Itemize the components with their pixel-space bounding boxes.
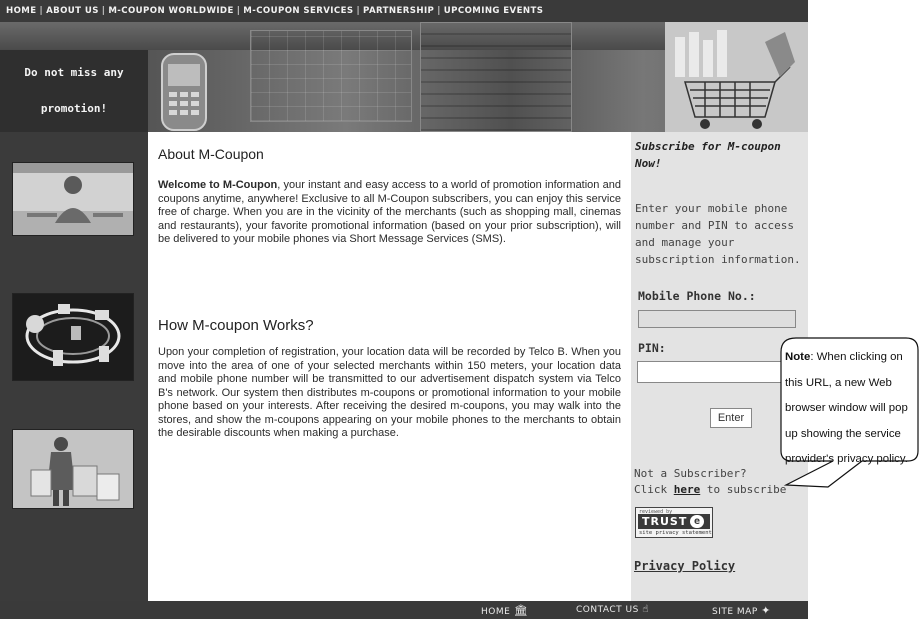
pin-label: PIN: — [638, 341, 666, 355]
note-body: : When clicking on this URL, a new Web b… — [785, 351, 908, 465]
woman-at-computer-image — [12, 162, 134, 236]
subscribe-intro: Enter your mobile phone number and PIN t… — [635, 202, 801, 266]
footer-home-link[interactable]: HOME 🏛︎ — [481, 604, 528, 617]
footer-home-label: HOME — [481, 607, 511, 617]
shopping-woman-image — [12, 429, 134, 509]
footer-contact-link[interactable]: CONTACT US ☝︎ — [576, 604, 649, 615]
truste-subtext: site privacy statement — [639, 530, 712, 536]
note-callout-text: Note: When clicking on this URL, a new W… — [785, 345, 919, 473]
mobile-phone-field[interactable] — [638, 310, 796, 328]
nav-separator: | — [356, 6, 361, 16]
nav-separator: | — [437, 6, 441, 16]
footer-bar: HOME 🏛︎ CONTACT US ☝︎ SITE MAP ✦ — [148, 601, 808, 619]
click-prefix: Click — [634, 483, 674, 496]
banner-tagline: Do not miss any promotion! — [0, 50, 148, 132]
tagline-line-1: Do not miss any — [24, 66, 124, 79]
footer-sitemap-label: SITE MAP — [712, 607, 758, 617]
click-suffix: to subscribe — [700, 483, 787, 496]
nav-separator: | — [236, 6, 241, 16]
top-navigation: HOME | ABOUT US | M-COUPON WORLDWIDE | M-COUPO… — [0, 0, 808, 22]
footer-left-bar — [0, 601, 148, 619]
nav-m-coupon-services[interactable]: M-COUPON SERVICES — [243, 6, 353, 16]
about-heading: About M-Coupon — [158, 146, 264, 162]
subscribe-here-link[interactable]: here — [674, 483, 701, 496]
enter-button[interactable]: Enter — [710, 408, 752, 428]
truste-logo-bar: TRUST e — [638, 514, 710, 529]
not-subscriber-text: Not a Subscriber? Click here to subscribe — [634, 466, 786, 498]
building-facade-graphic — [420, 22, 572, 132]
about-paragraph: Welcome to M-Coupon, your instant and ea… — [158, 179, 621, 247]
mobile-phone-image — [161, 53, 207, 131]
footer-sitemap-link[interactable]: SITE MAP ✦ — [712, 604, 771, 617]
phone-label: Mobile Phone No.: — [638, 289, 756, 303]
building-grid-graphic — [250, 30, 412, 122]
tagline-line-2: promotion! — [40, 102, 108, 115]
home-building-icon: 🏛︎ — [513, 604, 529, 617]
footer-contact-label: CONTACT US — [576, 605, 639, 615]
welcome-bold: Welcome to M-Coupon — [158, 179, 278, 191]
nav-separator: | — [39, 6, 44, 16]
nav-separator: | — [101, 6, 106, 16]
nav-about-us[interactable]: ABOUT US — [46, 6, 99, 16]
compass-star-icon: ✦ — [761, 604, 771, 617]
left-image-column — [0, 132, 148, 601]
truste-badge[interactable]: reviewed by TRUST e site privacy stateme… — [635, 507, 713, 538]
shopping-cart-image — [665, 22, 808, 132]
m-coupon-page: HOME | ABOUT US | M-COUPON WORLDWIDE | M-COUPO… — [0, 0, 808, 619]
nav-home[interactable]: HOME — [6, 6, 37, 16]
how-paragraph: Upon your completion of registration, yo… — [158, 346, 621, 439]
not-subscriber-line: Not a Subscriber? — [634, 467, 747, 480]
truste-brand-text: TRUST — [642, 515, 688, 528]
hand-pointer-icon: ☝︎ — [642, 604, 649, 615]
note-label: Note — [785, 351, 811, 363]
privacy-policy-link[interactable]: Privacy Policy — [634, 559, 735, 573]
nav-m-coupon-worldwide[interactable]: M-COUPON WORLDWIDE — [108, 6, 233, 16]
subscribe-title: Subscribe for M-coupon Now! — [635, 140, 781, 170]
truste-e-icon: e — [690, 515, 704, 528]
main-content: About M-Coupon Welcome to M-Coupon, your… — [148, 132, 631, 601]
network-diagram-image — [12, 293, 134, 381]
nav-upcoming-events[interactable]: UPCOMING EVENTS — [444, 6, 544, 16]
nav-partnership[interactable]: PARTNERSHIP — [363, 6, 434, 16]
header-banner: Do not miss any promotion! — [0, 22, 808, 132]
how-heading: How M-coupon Works? — [158, 317, 314, 334]
